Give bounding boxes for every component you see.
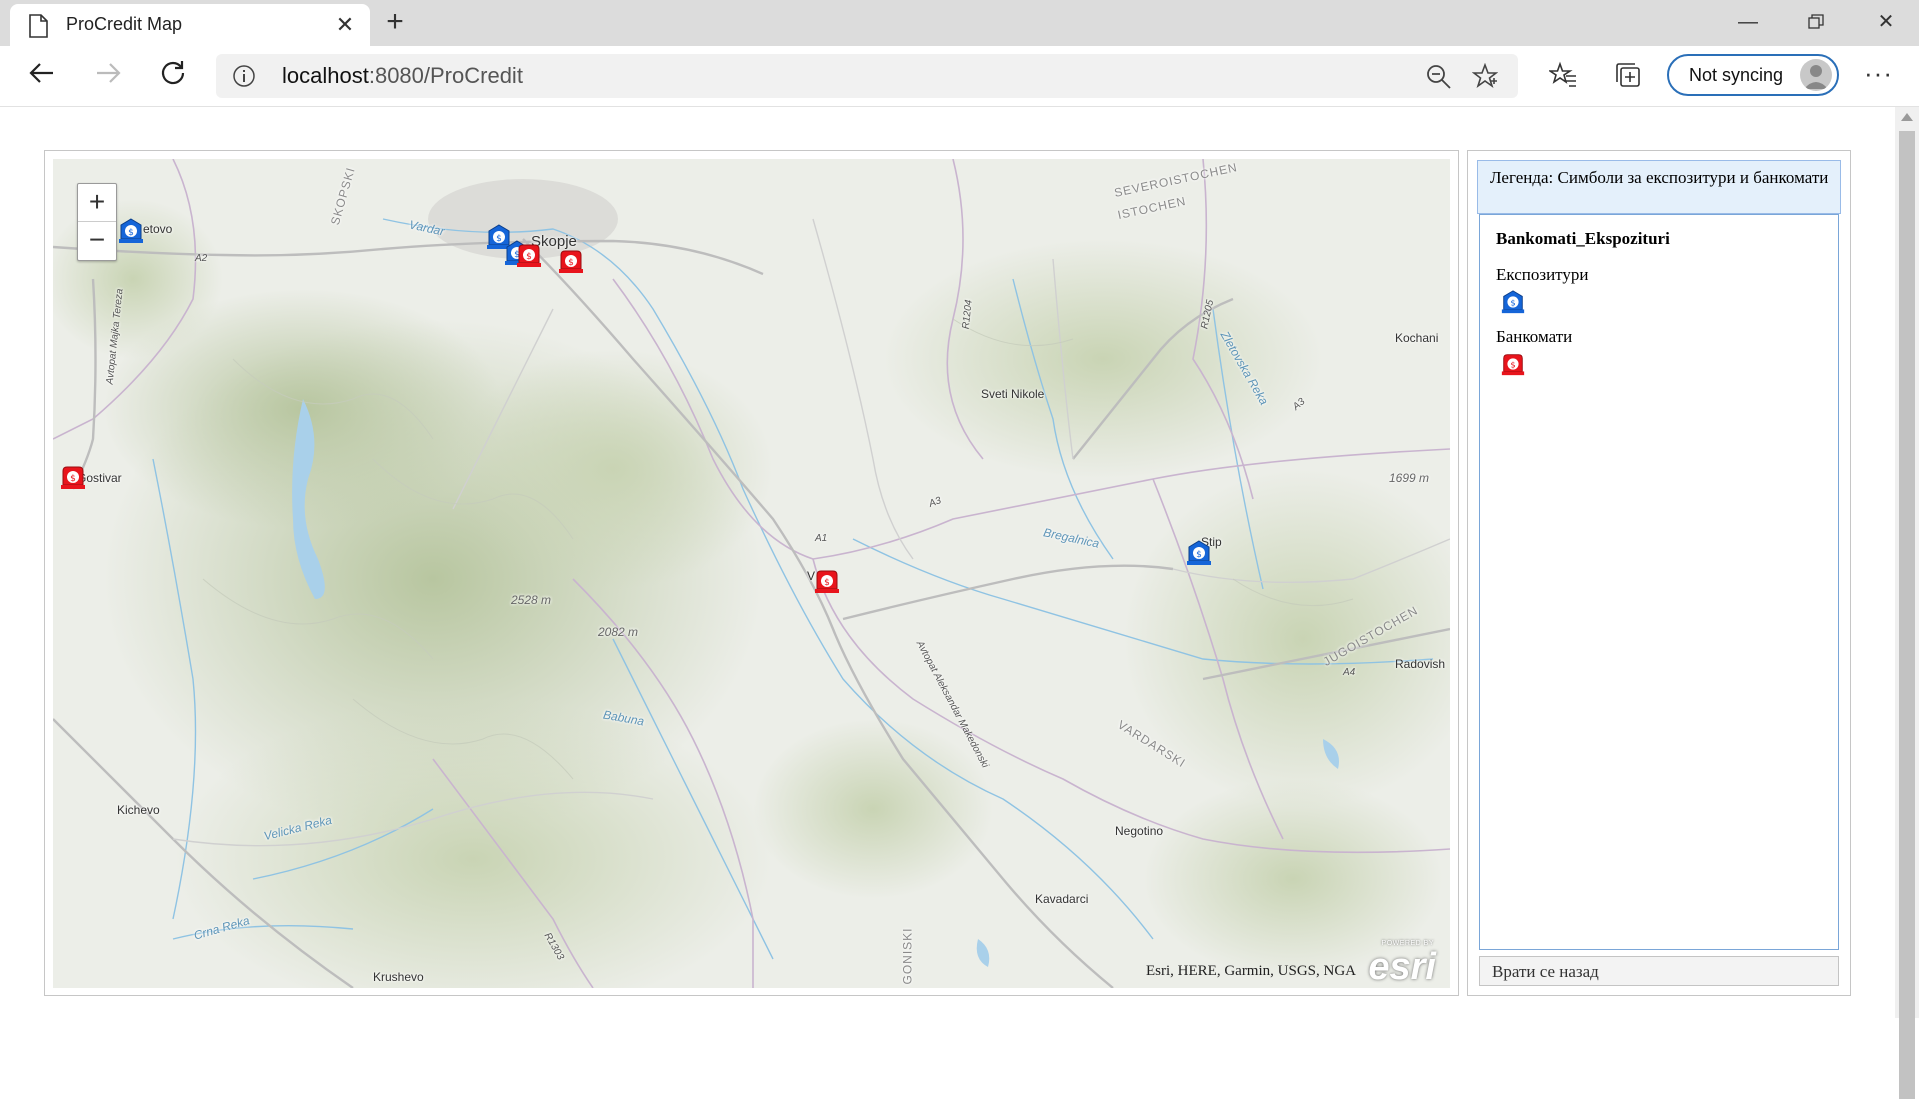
branch-bank-icon[interactable]: $ (1185, 539, 1213, 567)
branch-bank-icon: $ (1501, 290, 1525, 314)
page-icon (29, 14, 48, 38)
go-back-label: Врати се назад (1492, 962, 1599, 981)
svg-text:$: $ (1510, 298, 1515, 308)
legend-title: Легенда: Симболи за експозитури и банком… (1490, 168, 1829, 187)
profile-sync-button[interactable]: Not syncing (1667, 54, 1839, 96)
map-label-goniski: GONISKI (900, 927, 915, 985)
map-label-kavadarci: Kavadarci (1035, 892, 1089, 906)
map-label-negotino: Negotino (1115, 824, 1164, 838)
favorite-star-icon[interactable] (1472, 63, 1498, 89)
topographic-basemap (53, 159, 1450, 988)
map-label-a2: A2 (195, 253, 208, 264)
legend-item-atms-label: Банкомати (1496, 327, 1573, 346)
svg-text:$: $ (526, 252, 532, 262)
legend-body: Bankomati_Ekspozituri Експозитури $ Банк… (1479, 214, 1839, 950)
refresh-icon[interactable] (153, 58, 193, 94)
map-label-kichevo: Kichevo (117, 803, 160, 817)
esri-logo[interactable]: POWERED BY esri (1364, 940, 1440, 988)
svg-text:$: $ (128, 228, 134, 238)
map-label-sveti-nikole: Sveti Nikole (981, 387, 1045, 401)
address-bar[interactable]: localhost:8080/ProCredit (216, 54, 1518, 98)
atm-icon: $ (1501, 354, 1525, 376)
map-label-elevation-1699: 1699 m (1389, 471, 1430, 485)
new-tab-icon[interactable]: + (380, 7, 410, 38)
atm-icon[interactable]: $ (557, 247, 585, 275)
page-scrollbar[interactable] (1895, 107, 1919, 1099)
avatar (1800, 59, 1832, 91)
go-back-button[interactable]: Врати се назад (1479, 956, 1839, 986)
url-text[interactable]: localhost:8080/ProCredit (282, 63, 523, 89)
collections-icon[interactable] (1614, 61, 1642, 89)
atm-icon[interactable]: $ (515, 241, 543, 269)
back-arrow-icon[interactable] (22, 58, 62, 94)
site-info-icon[interactable] (232, 64, 256, 88)
map-label-radovish: Radovish (1395, 657, 1446, 671)
svg-text:$: $ (1510, 360, 1515, 370)
restore-icon[interactable] (1792, 6, 1840, 38)
minimize-icon[interactable]: — (1724, 6, 1772, 38)
map-label-krushevo: Krushevo (373, 970, 424, 984)
forward-arrow-icon[interactable] (88, 58, 128, 94)
legend-item-branches-label: Експозитури (1496, 265, 1589, 284)
zoom-out-button[interactable]: − (78, 222, 116, 259)
legend-layer-title: Bankomati_Ekspozituri (1496, 229, 1670, 248)
map-label-elevation-2528: 2528 m (511, 593, 552, 607)
map-label-kochani: Kochani (1395, 331, 1439, 345)
scrollbar-thumb[interactable] (1899, 131, 1915, 1099)
zoom-magnifier-icon[interactable] (1426, 64, 1452, 90)
map-label-a4: A4 (1343, 667, 1356, 678)
map-label-a1: A1 (815, 533, 828, 544)
zoom-in-button[interactable]: + (78, 184, 116, 222)
browser-tab[interactable]: ProCredit Map ✕ (10, 4, 370, 46)
branch-bank-icon[interactable]: $ (117, 217, 145, 245)
browser-toolbar: localhost:8080/ProCredit Not syncing ··· (0, 46, 1919, 107)
close-window-icon[interactable]: ✕ (1862, 6, 1910, 38)
map-label-elevation-2082: 2082 m (598, 625, 639, 639)
sync-label: Not syncing (1689, 65, 1784, 85)
svg-text:$: $ (568, 258, 574, 268)
favorites-icon[interactable] (1549, 61, 1577, 89)
svg-text:$: $ (824, 578, 830, 588)
scroll-up-arrow-icon[interactable] (1901, 113, 1913, 121)
close-tab-icon[interactable]: ✕ (332, 12, 358, 38)
svg-text:$: $ (496, 234, 502, 244)
map-label-tetovo: etovo (143, 222, 173, 236)
svg-text:$: $ (70, 474, 76, 484)
tab-strip: ProCredit Map ✕ + — ✕ (0, 0, 1919, 46)
more-menu-icon[interactable]: ··· (1864, 58, 1893, 89)
tab-title: ProCredit Map (66, 14, 183, 34)
map-attribution[interactable]: Esri, HERE, Garmin, USGS, NGA (1146, 963, 1356, 980)
map-view[interactable]: Skopje etovo Gostivar Kichevo Krushevo S… (53, 159, 1450, 988)
atm-icon[interactable]: $ (59, 463, 87, 491)
svg-text:$: $ (1196, 550, 1202, 560)
map-zoom-control: + − (77, 183, 117, 261)
atm-icon[interactable]: $ (813, 567, 841, 595)
legend-header: Легенда: Симболи за експозитури и банком… (1477, 160, 1841, 214)
